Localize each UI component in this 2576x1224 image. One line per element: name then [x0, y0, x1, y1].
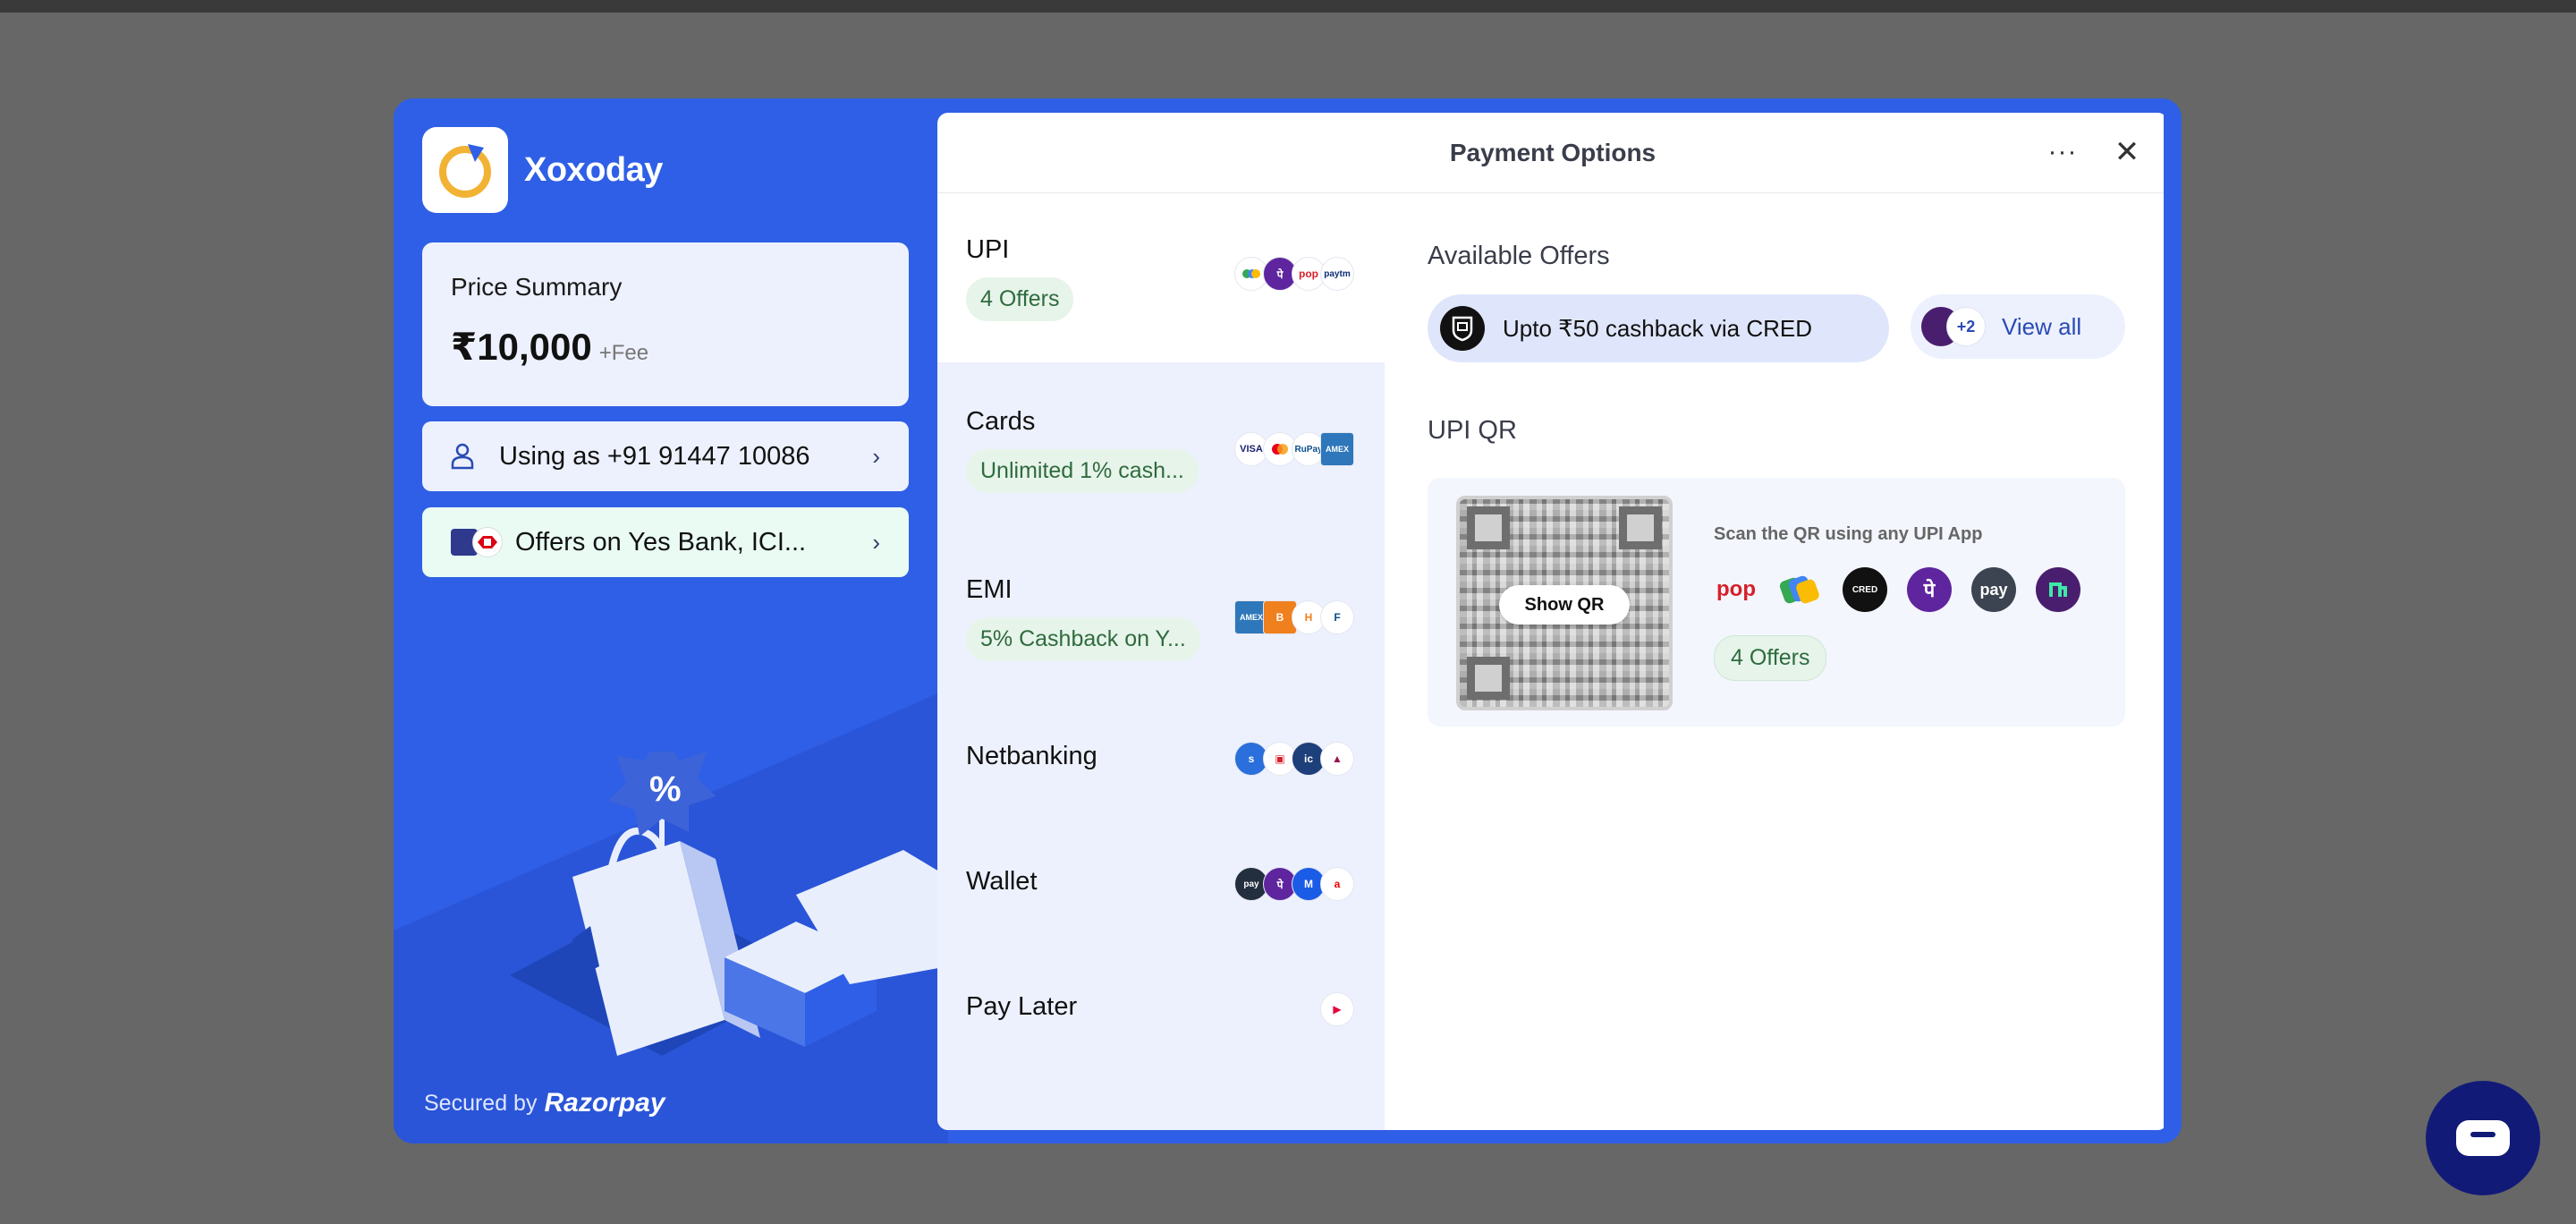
paytm-icon: paytm — [1320, 257, 1354, 291]
user-icon — [451, 443, 474, 470]
qr-code-placeholder: Show QR — [1456, 496, 1673, 710]
secured-by-label: Secured by — [424, 1090, 538, 1116]
xoxoday-logo-icon — [439, 144, 491, 198]
view-all-offers-chip[interactable]: +2 View all — [1911, 294, 2125, 359]
panel-header: Payment Options ··· ✕ — [937, 113, 2168, 193]
merchant-name: Xoxoday — [524, 150, 663, 189]
upi-offers-badge: 4 Offers — [1714, 635, 1827, 681]
cred-app-icon: CRED — [1843, 567, 1887, 612]
upi-qr-card: Show QR Scan the QR using any UPI App po… — [1428, 478, 2125, 727]
qr-finder-pattern — [1467, 506, 1510, 549]
axis-bank-icon: ▲ — [1320, 742, 1354, 776]
method-icons: पे pop paytm — [1234, 257, 1354, 291]
amex-icon: AMEX — [1320, 432, 1354, 466]
merchant-header: Xoxoday — [422, 127, 663, 213]
more-options-icon[interactable]: ··· — [2043, 132, 2082, 172]
phonepe-app-icon: पे — [1907, 567, 1952, 612]
upi-qr-title: UPI QR — [1428, 416, 1517, 445]
navi-app-icon — [2036, 567, 2080, 612]
price-summary-card: Price Summary ₹10,000 +Fee — [422, 242, 909, 406]
shopping-illustration: % — [510, 752, 948, 1056]
qr-finder-pattern — [1619, 506, 1662, 549]
cred-offer-chip[interactable]: Upto ₹50 cashback via CRED — [1428, 294, 1889, 362]
method-offer-badge: Unlimited 1% cash... — [966, 449, 1199, 493]
panel-title: Payment Options — [1449, 138, 1657, 166]
user-contact-label: Using as +91 91447 10086 — [499, 441, 810, 471]
available-offers-title: Available Offers — [1428, 242, 1610, 270]
cred-offer-label: Upto ₹50 cashback via CRED — [1503, 314, 1813, 342]
chat-support-button[interactable] — [2426, 1081, 2540, 1195]
qr-finder-pattern — [1467, 657, 1510, 700]
user-contact-pill[interactable]: Using as +91 91447 10086 › — [422, 421, 909, 491]
flexmoney-icon: F — [1320, 600, 1354, 634]
method-cards[interactable]: Cards Unlimited 1% cash... VISA RuPay AM… — [937, 362, 1385, 531]
bank-offers-label: Offers on Yes Bank, ICI... — [515, 527, 807, 557]
method-offer-badge: 5% Cashback on Y... — [966, 617, 1200, 661]
method-icons: ▶ — [1320, 992, 1354, 1026]
method-wallet[interactable]: Wallet pay पे M a — [937, 824, 1385, 949]
method-offer-badge: 4 Offers — [966, 277, 1074, 321]
secured-by-footer: Secured by Razorpay — [424, 1088, 665, 1118]
razorpay-logo: Razorpay — [544, 1088, 665, 1118]
method-icons: AMEX B H F — [1234, 600, 1354, 634]
view-all-label: View all — [2002, 312, 2082, 340]
method-upi[interactable]: UPI 4 Offers पे pop paytm — [937, 194, 1385, 362]
method-icons: s ▣ ic ▲ — [1234, 742, 1354, 776]
chat-icon — [2456, 1120, 2510, 1156]
method-icons: VISA RuPay AMEX — [1234, 432, 1354, 466]
cred-icon — [1440, 306, 1485, 351]
lazypay-icon: ▶ — [1320, 992, 1354, 1026]
price-summary-title: Price Summary — [451, 273, 623, 301]
gpay-app-icon — [1778, 567, 1823, 612]
svg-text:%: % — [649, 769, 682, 809]
chevron-right-icon: › — [872, 528, 880, 556]
scan-qr-instruction: Scan the QR using any UPI App — [1714, 524, 1983, 544]
method-netbanking[interactable]: Netbanking s ▣ ic ▲ — [937, 699, 1385, 824]
close-icon[interactable]: ✕ — [2107, 132, 2147, 172]
chevron-right-icon: › — [872, 442, 880, 470]
hsbc-icon — [472, 527, 503, 557]
method-name: Pay Later — [966, 992, 1078, 1021]
payment-methods-list: UPI 4 Offers पे pop paytm Cards Unlimite… — [937, 194, 1385, 1130]
amazon-pay-app-icon: pay — [1971, 567, 2016, 612]
browser-topbar — [0, 0, 2576, 13]
bank-offers-pill[interactable]: Offers on Yes Bank, ICI... › — [422, 507, 909, 577]
upi-apps-row: pop CRED पे pay — [1714, 567, 2080, 612]
more-offers-count: +2 — [1946, 307, 1986, 346]
modal-right-edge — [2164, 98, 2182, 1143]
pop-app-icon: pop — [1716, 577, 1756, 601]
price-amount: ₹10,000 — [451, 326, 592, 368]
method-pay-later[interactable]: Pay Later ▶ — [937, 949, 1385, 1075]
merchant-logo — [422, 127, 508, 213]
airtel-icon: a — [1320, 867, 1354, 901]
show-qr-button[interactable]: Show QR — [1499, 585, 1630, 625]
method-emi[interactable]: EMI 5% Cashback on Y... AMEX B H F — [937, 531, 1385, 699]
price-fee: +Fee — [598, 341, 649, 365]
method-icons: pay पे M a — [1234, 867, 1354, 901]
